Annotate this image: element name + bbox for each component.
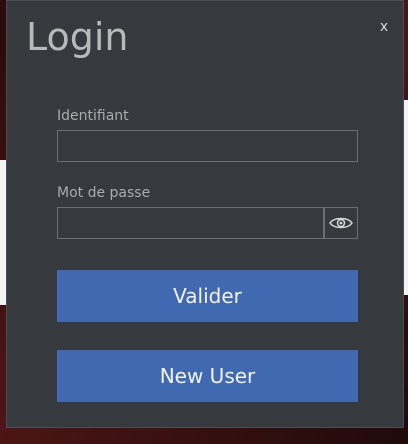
login-dialog: Login x Identifiant Mot de passe Valider… [6, 0, 404, 428]
dialog-title: Login [26, 15, 129, 59]
identifier-input[interactable] [57, 130, 358, 162]
identifier-label: Identifiant [57, 108, 129, 124]
close-button[interactable]: x [377, 19, 391, 35]
password-label: Mot de passe [57, 185, 151, 201]
submit-button[interactable]: Valider [57, 270, 358, 322]
background-window-edge-right [404, 100, 408, 295]
show-password-button[interactable] [324, 207, 358, 239]
new-user-button[interactable]: New User [57, 350, 358, 402]
password-input[interactable] [57, 207, 324, 239]
eye-icon [329, 217, 353, 229]
